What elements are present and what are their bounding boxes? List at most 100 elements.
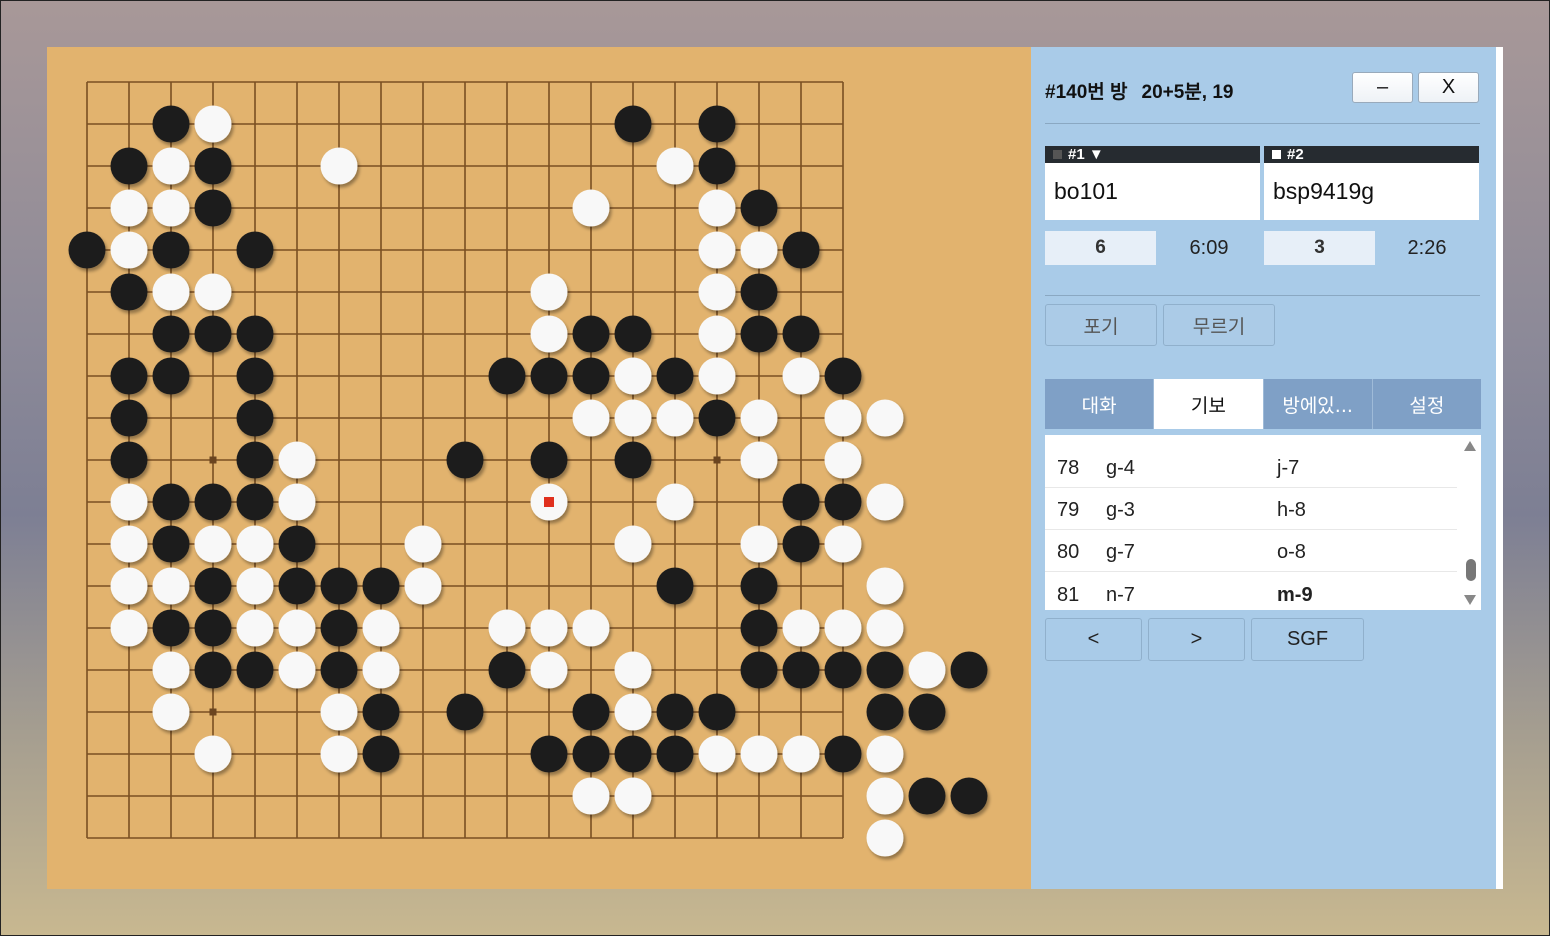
black-stone[interactable] xyxy=(110,441,148,479)
white-stone[interactable] xyxy=(866,609,904,647)
white-stone[interactable] xyxy=(194,525,232,563)
black-stone[interactable] xyxy=(152,483,190,521)
black-stone[interactable] xyxy=(740,609,778,647)
black-stone[interactable] xyxy=(824,651,862,689)
white-stone[interactable] xyxy=(278,483,316,521)
tab-chat[interactable]: 대화 xyxy=(1045,379,1155,429)
white-stone[interactable] xyxy=(152,567,190,605)
black-stone[interactable] xyxy=(656,357,694,395)
white-stone[interactable] xyxy=(236,567,274,605)
white-stone[interactable] xyxy=(110,525,148,563)
white-stone[interactable] xyxy=(698,231,736,269)
black-stone[interactable] xyxy=(698,147,736,185)
white-stone[interactable] xyxy=(614,693,652,731)
white-stone[interactable] xyxy=(698,357,736,395)
white-stone[interactable] xyxy=(194,105,232,143)
move-list[interactable]: 78 g-4 j-7 79 g-3 h-8 80 g-7 o-8 81 n-7 … xyxy=(1045,435,1481,610)
white-stone[interactable] xyxy=(530,315,568,353)
move-row[interactable]: 79 g-3 h-8 xyxy=(1045,487,1457,530)
scroll-up-arrow-icon[interactable] xyxy=(1464,441,1476,451)
black-stone[interactable] xyxy=(110,147,148,185)
black-stone[interactable] xyxy=(152,231,190,269)
black-stone[interactable] xyxy=(320,567,358,605)
white-stone[interactable] xyxy=(698,189,736,227)
black-stone[interactable] xyxy=(572,735,610,773)
white-stone[interactable] xyxy=(614,357,652,395)
black-stone[interactable] xyxy=(950,651,988,689)
white-stone[interactable] xyxy=(530,651,568,689)
white-stone[interactable] xyxy=(866,777,904,815)
white-stone[interactable] xyxy=(110,483,148,521)
white-stone[interactable] xyxy=(362,609,400,647)
white-stone[interactable] xyxy=(740,735,778,773)
close-button[interactable]: X xyxy=(1418,72,1479,103)
black-stone[interactable] xyxy=(698,399,736,437)
white-stone[interactable] xyxy=(614,525,652,563)
white-stone[interactable] xyxy=(320,693,358,731)
white-stone[interactable] xyxy=(782,357,820,395)
black-stone[interactable] xyxy=(194,147,232,185)
black-stone[interactable] xyxy=(572,693,610,731)
white-stone[interactable] xyxy=(614,651,652,689)
white-stone[interactable] xyxy=(656,147,694,185)
black-stone[interactable] xyxy=(488,357,526,395)
black-stone[interactable] xyxy=(236,399,274,437)
go-board[interactable] xyxy=(47,47,1031,889)
black-stone[interactable] xyxy=(278,567,316,605)
black-stone[interactable] xyxy=(236,441,274,479)
move-row[interactable]: 80 g-7 o-8 xyxy=(1045,529,1457,572)
white-stone[interactable] xyxy=(530,609,568,647)
white-stone[interactable] xyxy=(824,525,862,563)
white-stone[interactable] xyxy=(110,567,148,605)
black-stone[interactable] xyxy=(320,651,358,689)
white-stone[interactable] xyxy=(866,735,904,773)
white-stone[interactable] xyxy=(740,525,778,563)
white-stone[interactable] xyxy=(236,609,274,647)
black-stone[interactable] xyxy=(866,651,904,689)
black-stone[interactable] xyxy=(908,777,946,815)
black-stone[interactable] xyxy=(152,105,190,143)
black-stone[interactable] xyxy=(824,735,862,773)
white-stone[interactable] xyxy=(194,735,232,773)
black-stone[interactable] xyxy=(194,315,232,353)
black-stone[interactable] xyxy=(236,357,274,395)
white-stone[interactable] xyxy=(614,777,652,815)
black-stone[interactable] xyxy=(530,357,568,395)
white-stone[interactable] xyxy=(404,567,442,605)
white-stone[interactable] xyxy=(824,609,862,647)
black-stone[interactable] xyxy=(740,567,778,605)
black-stone[interactable] xyxy=(614,105,652,143)
white-stone[interactable] xyxy=(404,525,442,563)
white-stone[interactable] xyxy=(866,567,904,605)
black-stone[interactable] xyxy=(320,609,358,647)
white-stone[interactable] xyxy=(278,441,316,479)
black-stone[interactable] xyxy=(488,651,526,689)
black-stone[interactable] xyxy=(656,693,694,731)
black-stone[interactable] xyxy=(698,105,736,143)
white-stone[interactable] xyxy=(866,483,904,521)
black-stone[interactable] xyxy=(194,189,232,227)
white-stone[interactable] xyxy=(908,651,946,689)
black-stone[interactable] xyxy=(782,315,820,353)
black-stone[interactable] xyxy=(194,651,232,689)
white-stone[interactable] xyxy=(782,609,820,647)
white-stone[interactable] xyxy=(698,735,736,773)
white-stone[interactable] xyxy=(152,693,190,731)
black-stone[interactable] xyxy=(614,735,652,773)
white-stone[interactable] xyxy=(824,441,862,479)
black-stone[interactable] xyxy=(152,357,190,395)
black-stone[interactable] xyxy=(362,693,400,731)
black-stone[interactable] xyxy=(362,735,400,773)
white-stone[interactable] xyxy=(278,651,316,689)
black-stone[interactable] xyxy=(194,483,232,521)
white-stone[interactable] xyxy=(320,147,358,185)
black-stone[interactable] xyxy=(110,399,148,437)
black-stone[interactable] xyxy=(530,441,568,479)
black-stone[interactable] xyxy=(194,609,232,647)
black-stone[interactable] xyxy=(152,315,190,353)
white-stone[interactable] xyxy=(866,819,904,857)
black-stone[interactable] xyxy=(782,231,820,269)
resign-button[interactable]: 포기 xyxy=(1045,304,1157,346)
white-stone[interactable] xyxy=(698,273,736,311)
black-stone[interactable] xyxy=(236,231,274,269)
